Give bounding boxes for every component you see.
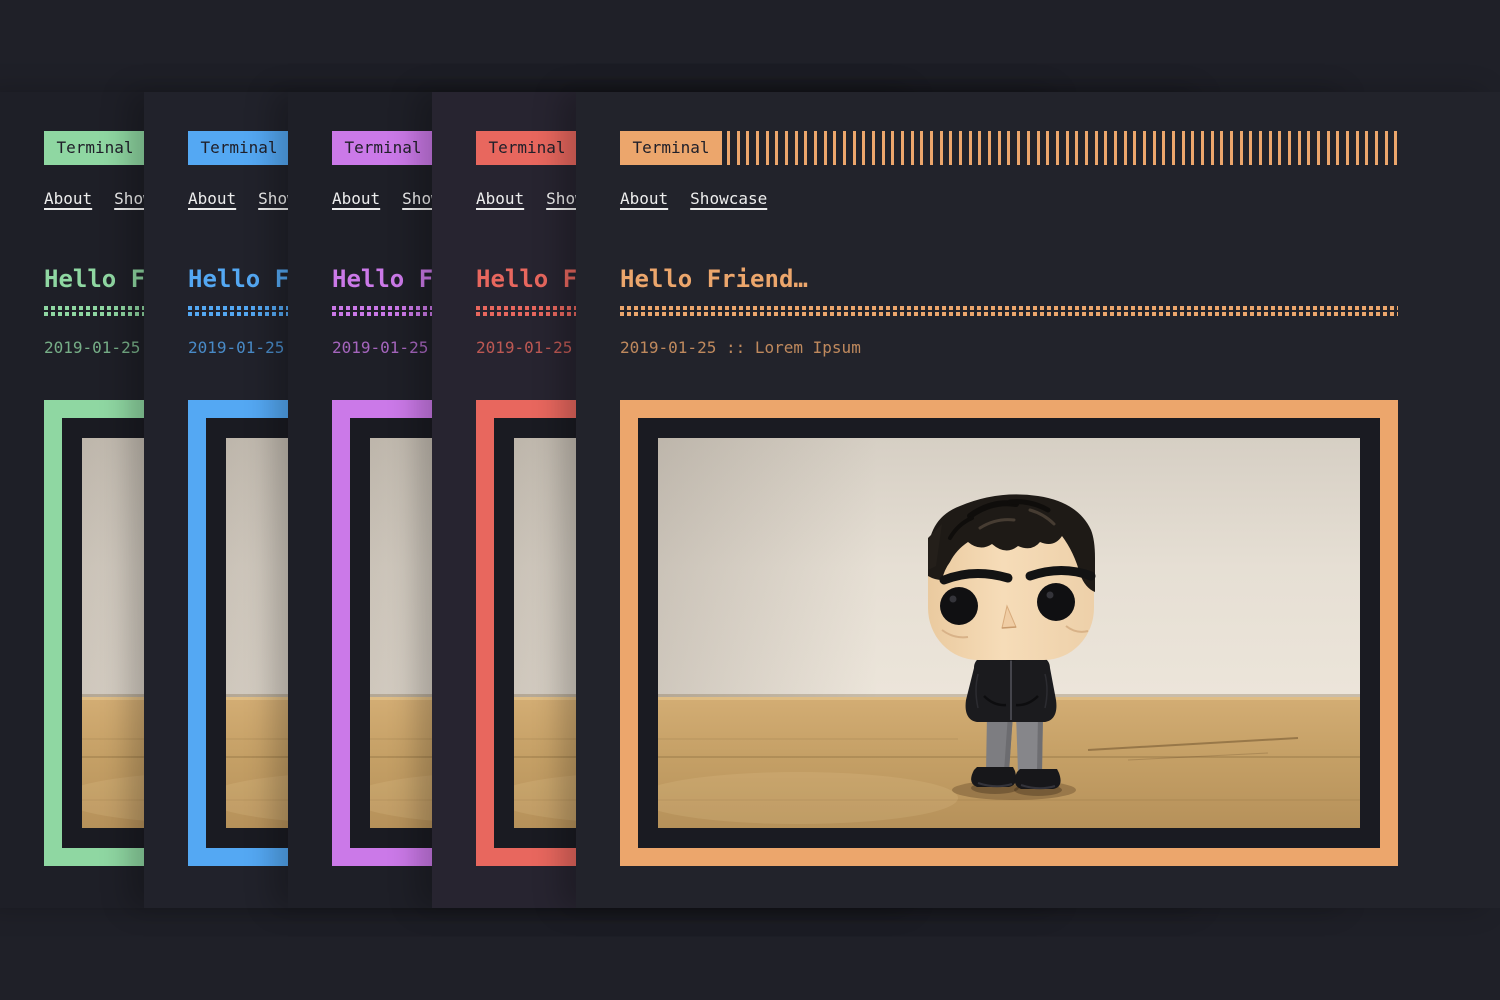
header-bar-glyph (1201, 131, 1204, 165)
header-bar-glyph (1066, 131, 1069, 165)
header-bar-glyph (911, 131, 914, 165)
logo-badge[interactable]: Terminal (332, 131, 434, 165)
header-bar-glyph (891, 131, 894, 165)
header-bar-glyph (1288, 131, 1291, 165)
header-bar-glyph (1240, 131, 1243, 165)
header-bar-glyph (930, 131, 933, 165)
header-bar-glyph (785, 131, 788, 165)
header-bar-glyph (959, 131, 962, 165)
header-bar-glyph (988, 131, 991, 165)
header-bar-glyph (978, 131, 981, 165)
header-bar-glyph (949, 131, 952, 165)
header-bar-glyph (1298, 131, 1301, 165)
header-bar-glyph (1143, 131, 1146, 165)
logo-badge[interactable]: Terminal (44, 131, 146, 165)
nav-link-showcase[interactable]: Showcase (690, 190, 767, 208)
header-bar-glyph (1085, 131, 1088, 165)
site-header: Terminal (620, 131, 1398, 165)
header-bar-glyph (1346, 131, 1349, 165)
header-bar-glyph (1317, 131, 1320, 165)
framed-image (620, 400, 1398, 866)
header-bar-glyph (824, 131, 827, 165)
header-bar-glyph (804, 131, 807, 165)
header-bar-glyph (1114, 131, 1117, 165)
header-bar-glyph (1365, 131, 1368, 165)
header-bar-glyph (737, 131, 740, 165)
logo-badge[interactable]: Terminal (620, 131, 722, 165)
header-bar-glyph (1327, 131, 1330, 165)
header-bar-glyph (862, 131, 865, 165)
header-bar-glyph (1278, 131, 1281, 165)
header-bar-glyph (872, 131, 875, 165)
nav-link-about[interactable]: About (620, 190, 668, 208)
nav-link-about[interactable]: About (188, 190, 236, 208)
theme-panel-orange: Terminal About Showcase Hello Friend… 20… (576, 92, 1500, 908)
header-bar-glyph (1056, 131, 1059, 165)
header-bar-glyph (998, 131, 1001, 165)
dot-row (620, 306, 1398, 310)
header-bar-glyph (746, 131, 749, 165)
nav-link-about[interactable]: About (44, 190, 92, 208)
header-bar-glyph (1230, 131, 1233, 165)
logo-badge[interactable]: Terminal (476, 131, 578, 165)
header-bar-glyph (1307, 131, 1310, 165)
header-bar-glyph (1385, 131, 1388, 165)
header-bar-glyph (727, 131, 730, 165)
logo-badge[interactable]: Terminal (188, 131, 290, 165)
header-bar-glyph (1027, 131, 1030, 165)
header-bar-glyph (1162, 131, 1165, 165)
header-bar-glyph (1075, 131, 1078, 165)
header-bar-glyph (843, 131, 846, 165)
header-bar-glyph (940, 131, 943, 165)
post-meta: 2019-01-25 :: Lorem Ipsum (620, 338, 861, 358)
funko-figure-illustration (658, 438, 1360, 828)
header-bar-glyph (1007, 131, 1010, 165)
header-bar-glyph (920, 131, 923, 165)
header-bar-glyph (1336, 131, 1339, 165)
header-bar-glyph (1211, 131, 1214, 165)
header-bar-glyph (1153, 131, 1156, 165)
header-bar-glyph (1095, 131, 1098, 165)
post-title: Hello Friend… (620, 264, 808, 294)
funko-photo (658, 438, 1360, 828)
header-bar-glyph (1394, 131, 1397, 165)
theme-variants-stack: Terminal About Showcase Hello Friend… 20… (0, 0, 1500, 1000)
header-bar-glyph (1172, 131, 1175, 165)
header-bar-glyph (901, 131, 904, 165)
header-bar-glyph (1249, 131, 1252, 165)
header-bar-glyph (882, 131, 885, 165)
nav-link-about[interactable]: About (476, 190, 524, 208)
header-bar-glyph (1375, 131, 1378, 165)
header-bar-glyph (1356, 131, 1359, 165)
header-bar-glyph (1182, 131, 1185, 165)
header-bar-glyph (1259, 131, 1262, 165)
dot-row (620, 312, 1398, 316)
header-bar-glyph (814, 131, 817, 165)
header-bar-glyph (969, 131, 972, 165)
header-bar-glyph (1269, 131, 1272, 165)
header-bar-glyph (756, 131, 759, 165)
nav-link-about[interactable]: About (332, 190, 380, 208)
header-bar-glyph (1133, 131, 1136, 165)
header-bar-glyph (1104, 131, 1107, 165)
header-bar-glyph (1124, 131, 1127, 165)
header-bar-glyph (1220, 131, 1223, 165)
dotted-divider (620, 306, 1398, 316)
header-bar-glyph (766, 131, 769, 165)
header-bar-glyph (1191, 131, 1194, 165)
header-bars-decoration (727, 131, 1398, 165)
header-bar-glyph (853, 131, 856, 165)
main-nav: About Showcase (620, 190, 767, 208)
header-bar-glyph (775, 131, 778, 165)
header-bar-glyph (833, 131, 836, 165)
header-bar-glyph (1037, 131, 1040, 165)
header-bar-glyph (795, 131, 798, 165)
header-bar-glyph (1046, 131, 1049, 165)
header-bar-glyph (1017, 131, 1020, 165)
